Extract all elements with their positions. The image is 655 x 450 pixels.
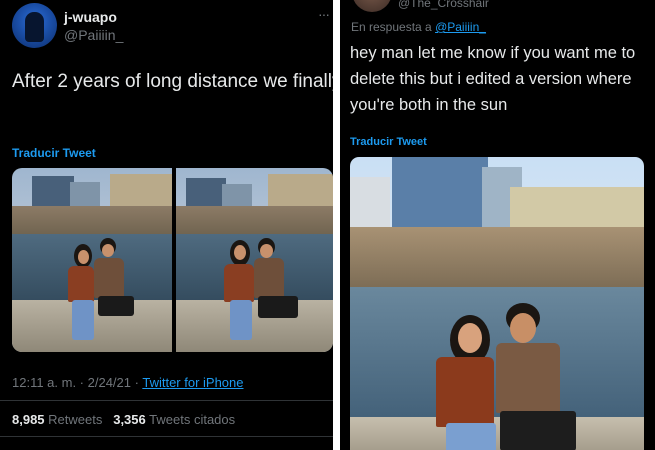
tweet-time[interactable]: 12:11 a. m. · 2/24/21 · <box>12 375 139 390</box>
quotes-label[interactable]: Tweets citados <box>149 412 235 427</box>
more-horizontal-icon[interactable]: ··· <box>318 6 330 22</box>
photo-scene <box>350 157 644 450</box>
user-handle[interactable]: @Paiiiin_ <box>64 27 123 43</box>
tweet-text-body: After 2 years of long distance we finall… <box>12 71 333 92</box>
quotes-count[interactable]: 3,356 <box>113 412 146 427</box>
avatar[interactable] <box>12 3 57 48</box>
reply-prefix: En respuesta a <box>351 20 432 34</box>
tweet-photo-2[interactable] <box>176 168 333 352</box>
avatar[interactable] <box>352 0 392 12</box>
avatar-figure <box>25 12 44 42</box>
tweet-text: After 2 years of long distance we finall… <box>12 68 333 96</box>
tweet-source-link[interactable]: Twitter for iPhone <box>142 375 243 390</box>
replying-to: En respuesta a @Paiiiin_ <box>351 20 486 34</box>
original-tweet: j-wuapo @Paiiiin_ ··· After 2 years of l… <box>0 0 333 450</box>
tweet-stats: 8,985 Retweets 3,356 Tweets citados <box>12 412 235 427</box>
retweets-label[interactable]: Retweets <box>48 412 102 427</box>
translate-tweet-link[interactable]: Traducir Tweet <box>12 146 96 160</box>
divider <box>0 436 333 437</box>
retweets-count[interactable]: 8,985 <box>12 412 45 427</box>
photo-scene <box>12 168 172 352</box>
translate-tweet-link[interactable]: Traducir Tweet <box>350 136 427 148</box>
tweet-photo-1[interactable] <box>12 168 172 352</box>
display-name[interactable]: j-wuapo <box>64 9 117 25</box>
tweet-text: hey man let me know if you want me to de… <box>350 44 636 114</box>
divider <box>0 400 333 401</box>
tweet-timestamp: 12:11 a. m. · 2/24/21 · Twitter for iPho… <box>12 375 244 390</box>
user-handle[interactable]: @The_Crosshair <box>398 0 489 10</box>
tweet-media[interactable] <box>12 168 333 352</box>
reply-mention-link[interactable]: @Paiiiin_ <box>435 20 486 34</box>
tweet-photo[interactable] <box>350 157 644 450</box>
reply-tweet: @The_Crosshair En respuesta a @Paiiiin_ … <box>340 0 655 450</box>
photo-scene <box>176 168 333 352</box>
